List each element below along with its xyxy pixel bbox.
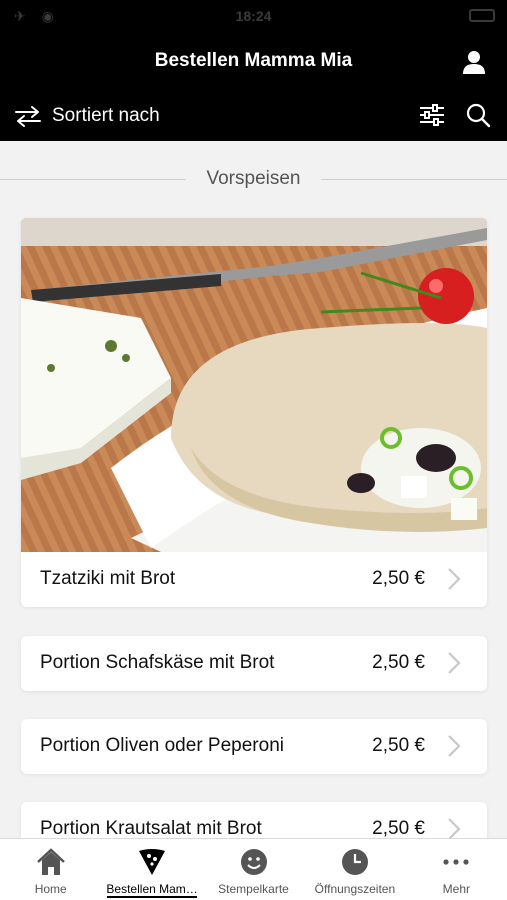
app-screen: ✈ ◉ 18:24 Bestellen Mamma Mia Sortiert n… <box>0 0 507 900</box>
filter-sliders-icon[interactable] <box>419 103 445 127</box>
item-name: Tzatziki mit Brot <box>40 568 176 589</box>
divider-line <box>321 179 507 180</box>
item-price: 2,50 € <box>372 735 425 756</box>
sort-label: Sortiert nach <box>52 105 160 126</box>
menu-item-card[interactable]: Portion Schafskäse mit Brot 2,50 € <box>21 636 487 691</box>
tab-label: Öffnungszeiten <box>314 882 396 896</box>
status-time: 18:24 <box>235 8 272 24</box>
dish-photo <box>21 218 487 552</box>
tab-label: Home <box>34 882 67 896</box>
item-name: Portion Schafskäse mit Brot <box>40 652 275 673</box>
active-tab-indicator <box>107 896 197 898</box>
item-price: 2,50 € <box>372 652 425 673</box>
tab-label: Mehr <box>442 882 470 896</box>
menu-item-row[interactable]: Portion Oliven oder Peperoni 2,50 € <box>21 719 487 774</box>
tab-bestellen[interactable]: Bestellen Mam… <box>101 839 202 900</box>
tab-oeffnungszeiten[interactable]: Öffnungszeiten <box>304 839 405 900</box>
swap-arrows-icon <box>15 106 41 127</box>
item-price: 2,50 € <box>372 818 425 839</box>
chevron-right-icon <box>448 735 461 757</box>
chevron-right-icon <box>448 568 461 590</box>
tab-home[interactable]: Home <box>0 839 101 900</box>
menu-item-row[interactable]: Tzatziki mit Brot 2,50 € <box>21 552 487 607</box>
menu-item-row[interactable]: Portion Schafskäse mit Brot 2,50 € <box>21 636 487 691</box>
home-icon <box>36 848 65 875</box>
page-title: Bestellen Mamma Mia <box>154 50 353 71</box>
sort-bar: Sortiert nach <box>0 90 507 141</box>
bottom-tab-bar: Home Bestellen Mam… Stempelkarte Öffnung… <box>0 838 507 900</box>
sort-button[interactable]: Sortiert nach <box>14 102 160 130</box>
clock-icon <box>341 849 368 875</box>
search-icon[interactable] <box>465 102 491 128</box>
user-icon[interactable] <box>461 49 487 75</box>
tab-label: Stempelkarte <box>218 882 289 896</box>
status-bar: ✈ ◉ 18:24 <box>0 0 507 34</box>
menu-item-card[interactable]: Portion Oliven oder Peperoni 2,50 € <box>21 719 487 774</box>
pizza-slice-icon <box>139 849 166 875</box>
tab-stempelkarte[interactable]: Stempelkarte <box>203 839 304 900</box>
tab-mehr[interactable]: Mehr <box>406 839 507 900</box>
title-bar: Bestellen Mamma Mia <box>0 34 507 90</box>
tab-label: Bestellen Mam… <box>106 882 198 896</box>
battery-icon <box>469 9 495 22</box>
item-price: 2,50 € <box>372 568 425 589</box>
more-dots-icon <box>443 859 469 865</box>
section-header: Vorspeisen <box>0 166 507 194</box>
smiley-icon <box>240 849 267 875</box>
item-name: Portion Krautsalat mit Brot <box>40 818 262 839</box>
item-name: Portion Oliven oder Peperoni <box>40 735 284 756</box>
chevron-right-icon <box>448 652 461 674</box>
menu-item-card[interactable]: Tzatziki mit Brot 2,50 € <box>21 218 487 607</box>
